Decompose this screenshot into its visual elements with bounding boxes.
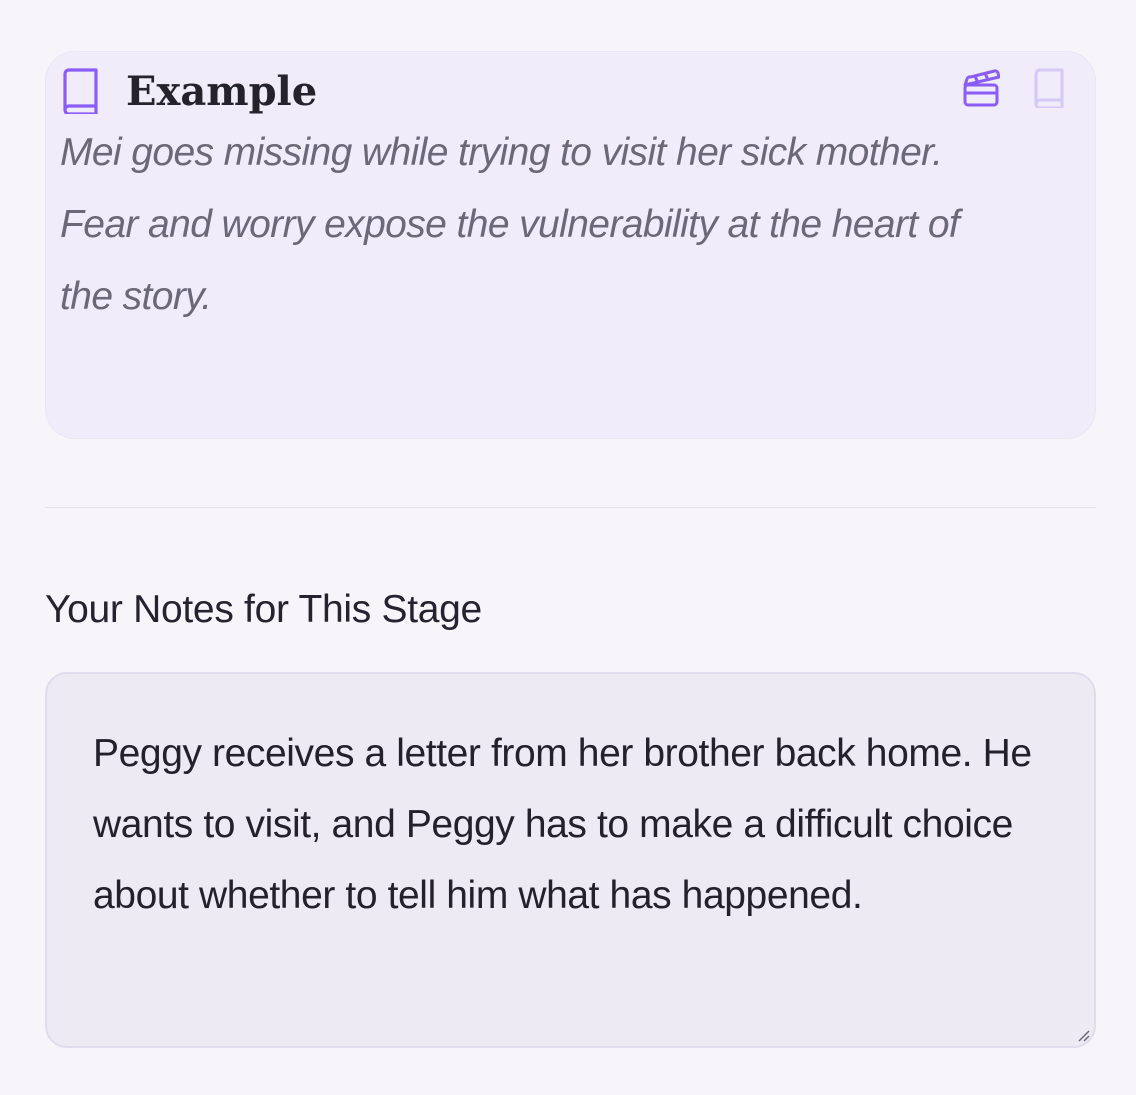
notes-textarea[interactable]: Peggy receives a letter from her brother… <box>45 672 1096 1048</box>
notes-text[interactable]: Peggy receives a letter from her brother… <box>93 718 1068 931</box>
notes-label: Your Notes for This Stage <box>45 588 482 631</box>
example-title: Example <box>126 67 318 115</box>
page: Example Mei goes missing while trying to… <box>0 0 1136 1095</box>
resize-handle-icon[interactable] <box>1076 1028 1090 1042</box>
example-header: Example <box>60 62 317 120</box>
example-card-actions <box>962 68 1068 110</box>
example-text: Mei goes missing while trying to visit h… <box>60 131 960 318</box>
divider <box>45 507 1096 508</box>
clapperboard-icon[interactable] <box>962 68 1001 108</box>
book-view-icon[interactable] <box>1030 68 1068 110</box>
book-icon <box>60 68 100 116</box>
